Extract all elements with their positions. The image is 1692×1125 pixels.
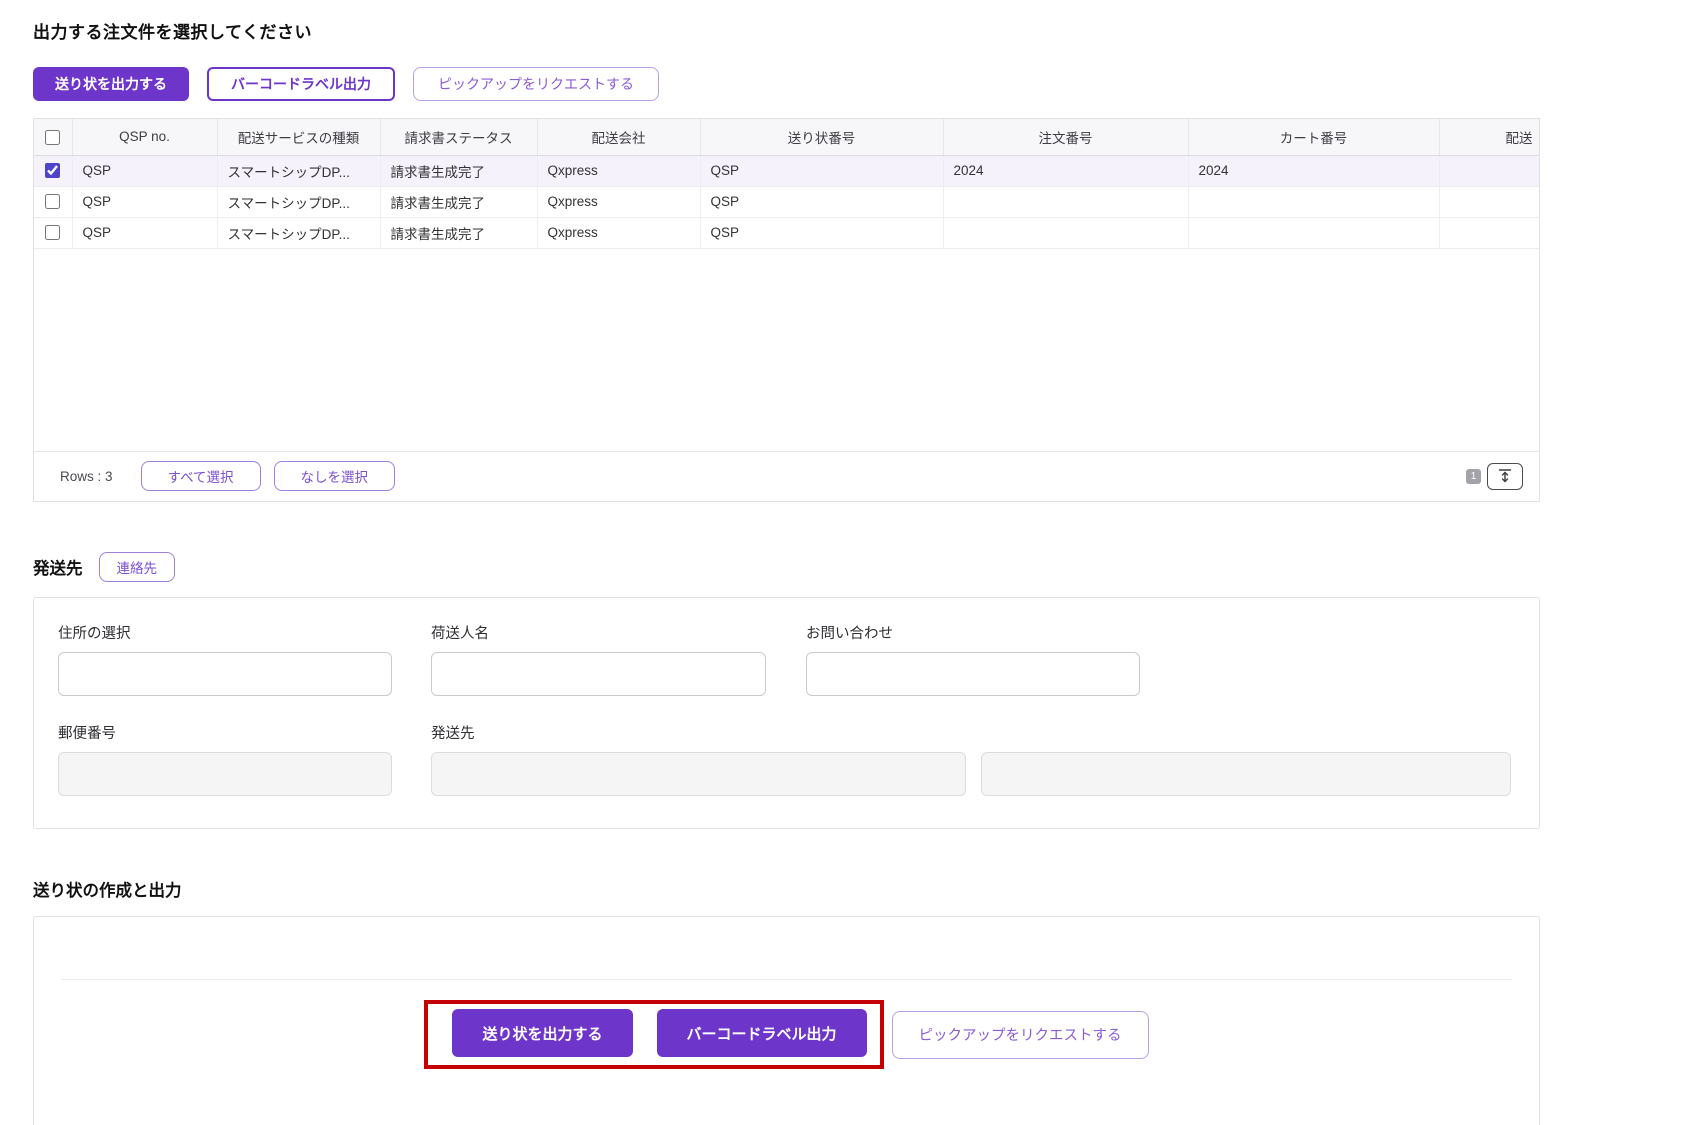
print-invoice-button-bottom[interactable]: 送り状を出力する [452, 1009, 633, 1057]
cell-carrier: Qxpress [537, 155, 701, 187]
page-title: 出力する注文件を選択してください [33, 23, 312, 42]
postal-code-field: 郵便番号 [58, 722, 392, 796]
cell-carrier: Qxpress [537, 186, 701, 218]
row-height-icon [1498, 469, 1512, 483]
column-header-order-no: 注文番号 [943, 119, 1189, 156]
table-footer: Rows : 3 すべて選択 なしを選択 1 [34, 451, 1539, 501]
row-height-button[interactable] [1487, 462, 1523, 490]
contact-button[interactable]: 連絡先 [98, 552, 175, 582]
shipping-form-row-2: 郵便番号 発送先 [58, 722, 1515, 796]
column-header-invoice-status: 請求書ステータス [380, 119, 538, 156]
address-select-field: 住所の選択 [58, 622, 392, 696]
cell-service-type: スマートシップDP... [217, 217, 381, 249]
table-row[interactable]: QSP スマートシップDP... 請求書生成完了 Qxpress QSP [34, 217, 1539, 249]
inquiry-field: お問い合わせ [806, 622, 1140, 696]
table-row[interactable]: QSP スマートシップDP... 請求書生成完了 Qxpress QSP [34, 186, 1539, 218]
cell-invoice-status: 請求書生成完了 [380, 186, 538, 218]
orders-table-scroll-area[interactable]: QSP no. 配送サービスの種類 請求書ステータス 配送会社 送り状番号 注文… [34, 119, 1539, 451]
shipping-panel: 住所の選択 荷送人名 お問い合わせ 郵便番号 発送先 [33, 597, 1540, 829]
address-detail-field [981, 752, 1511, 796]
cell-tracking-no: QSP [700, 186, 944, 218]
postal-code-input [58, 752, 392, 796]
output-section-title: 送り状の作成と出力 [33, 882, 182, 900]
cell-qsp-no: QSP [72, 186, 218, 218]
request-pickup-button-bottom[interactable]: ピックアップをリクエストする [891, 1010, 1149, 1059]
address-detail-input [981, 752, 1511, 796]
cell-invoice-status: 請求書生成完了 [380, 155, 538, 187]
shipper-name-label: 荷送人名 [431, 626, 489, 642]
ship-from-input [431, 752, 966, 796]
output-divider [61, 979, 1512, 980]
page: 出力する注文件を選択してください 送り状を出力する バーコードラベル出力 ピック… [33, 0, 1540, 1125]
ship-from-field: 発送先 [431, 722, 966, 796]
select-all-checkbox[interactable] [45, 129, 61, 145]
request-pickup-button[interactable]: ピックアップをリクエストする [413, 67, 659, 101]
cell-tracking-no: QSP [700, 217, 944, 249]
cell-carrier: Qxpress [537, 217, 701, 249]
cell-cart-no [1188, 217, 1440, 249]
cell-qsp-no: QSP [72, 155, 218, 187]
table-footer-right: 1 [1466, 462, 1523, 490]
cell-cart-no [1188, 186, 1440, 218]
print-invoice-button[interactable]: 送り状を出力する [33, 67, 189, 101]
cell-invoice-status: 請求書生成完了 [380, 217, 538, 249]
page-number-badge: 1 [1466, 468, 1481, 484]
cell-order-no [943, 186, 1189, 218]
shipping-section-header: 発送先 連絡先 [33, 552, 1540, 582]
annotation-highlight-box: 送り状を出力する バーコードラベル出力 [424, 1000, 884, 1069]
inquiry-input[interactable] [806, 652, 1140, 696]
shipper-name-input[interactable] [431, 652, 766, 696]
table-row[interactable]: QSP スマートシップDP... 請求書生成完了 Qxpress QSP 202… [34, 155, 1539, 187]
cell-delivery [1439, 155, 1539, 187]
orders-table: QSP no. 配送サービスの種類 請求書ステータス 配送会社 送り状番号 注文… [34, 119, 1539, 249]
cell-delivery [1439, 186, 1539, 218]
column-header-qsp-no: QSP no. [72, 119, 218, 156]
column-header-delivery: 配送 [1439, 119, 1539, 156]
output-panel: 送り状を出力する バーコードラベル出力 ピックアップをリクエストする [33, 916, 1540, 1125]
column-header-service-type: 配送サービスの種類 [217, 119, 381, 156]
address-select-label: 住所の選択 [58, 626, 131, 642]
shipper-name-field: 荷送人名 [431, 622, 766, 696]
column-header-cart-no: カート番号 [1188, 119, 1440, 156]
rows-count: Rows : 3 [60, 468, 113, 484]
cell-service-type: スマートシップDP... [217, 155, 381, 187]
cell-tracking-no: QSP [700, 155, 944, 187]
table-header-row: QSP no. 配送サービスの種類 請求書ステータス 配送会社 送り状番号 注文… [34, 119, 1539, 156]
address-select-input[interactable] [58, 652, 392, 696]
cell-service-type: スマートシップDP... [217, 186, 381, 218]
select-all-button[interactable]: すべて選択 [140, 461, 261, 491]
shipping-form-row-1: 住所の選択 荷送人名 お問い合わせ [58, 622, 1515, 696]
inquiry-label: お問い合わせ [806, 626, 893, 642]
postal-code-label: 郵便番号 [58, 726, 116, 742]
row-checkbox[interactable] [45, 194, 61, 210]
ship-from-label: 発送先 [431, 726, 475, 742]
orders-table-card: QSP no. 配送サービスの種類 請求書ステータス 配送会社 送り状番号 注文… [33, 118, 1540, 502]
row-checkbox[interactable] [45, 163, 61, 179]
select-none-button[interactable]: なしを選択 [273, 461, 396, 491]
cell-cart-no: 2024 [1188, 155, 1440, 187]
row-checkbox[interactable] [45, 225, 61, 241]
cell-qsp-no: QSP [72, 217, 218, 249]
top-toolbar: 送り状を出力する バーコードラベル出力 ピックアップをリクエストする [33, 67, 1540, 101]
shipping-section-title: 発送先 [33, 560, 83, 578]
column-header-tracking-no: 送り状番号 [700, 119, 944, 156]
cell-order-no [943, 217, 1189, 249]
barcode-label-button[interactable]: バーコードラベル出力 [207, 67, 395, 101]
column-header-carrier: 配送会社 [537, 119, 701, 156]
cell-delivery [1439, 217, 1539, 249]
barcode-label-button-bottom[interactable]: バーコードラベル出力 [656, 1009, 867, 1057]
output-buttons: 送り状を出力する バーコードラベル出力 ピックアップをリクエストする [34, 1000, 1539, 1069]
cell-order-no: 2024 [943, 155, 1189, 187]
